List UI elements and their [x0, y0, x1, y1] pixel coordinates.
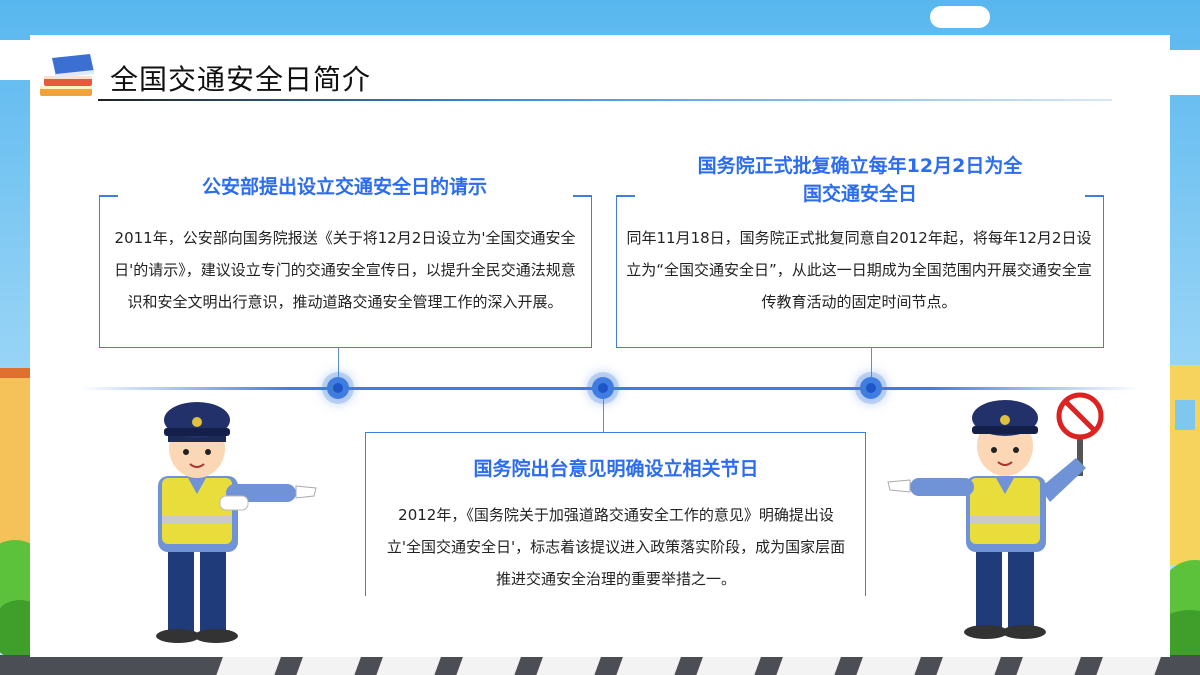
- crosswalk-stripe: [296, 655, 362, 675]
- page-title: 全国交通安全日简介: [110, 63, 372, 96]
- title-underline: [98, 99, 1112, 101]
- timeline-dot-1: [327, 377, 349, 399]
- crosswalk-stripe: [376, 655, 442, 675]
- crosswalk-stripe: [696, 655, 762, 675]
- event-text-1: 2011年，公安部向国务院报送《关于将12月2日设立为'全国交通安全日'的请示》…: [114, 229, 576, 311]
- police-officer-left: [156, 402, 317, 643]
- event-text-2: 2012年，《国务院关于加强道路交通安全工作的意见》明确提出设立'全国交通安全日…: [386, 506, 846, 588]
- event-heading-3: 国务院正式批复确立每年12月2日为全国交通安全日: [697, 155, 1023, 205]
- timeline-dot-2: [592, 377, 614, 399]
- crosswalk-stripe: [1096, 655, 1162, 675]
- building-left: [0, 370, 32, 550]
- crosswalk-stripe: [776, 655, 842, 675]
- books-icon: [40, 54, 94, 96]
- timeline-dot-3: [860, 377, 882, 399]
- police-officer-right: [887, 392, 1104, 639]
- event-heading-1: 公安部提出设立交通安全日的请示: [201, 176, 487, 198]
- crosswalk-stripe: [936, 655, 1002, 675]
- crosswalk-stripe: [616, 655, 682, 675]
- crosswalk-stripe: [1016, 655, 1082, 675]
- cloud: [930, 6, 990, 28]
- crosswalk-stripe: [216, 655, 282, 675]
- crosswalk-stripe: [856, 655, 922, 675]
- crosswalk-stripe: [536, 655, 602, 675]
- event-heading-2: 国务院出台意见明确设立相关节日: [473, 458, 759, 480]
- crosswalk-stripe: [456, 655, 522, 675]
- event-text-3: 同年11月18日，国务院正式批复同意自2012年起，将每年12月2日设立为“全国…: [626, 229, 1092, 311]
- building-right: [1170, 365, 1200, 565]
